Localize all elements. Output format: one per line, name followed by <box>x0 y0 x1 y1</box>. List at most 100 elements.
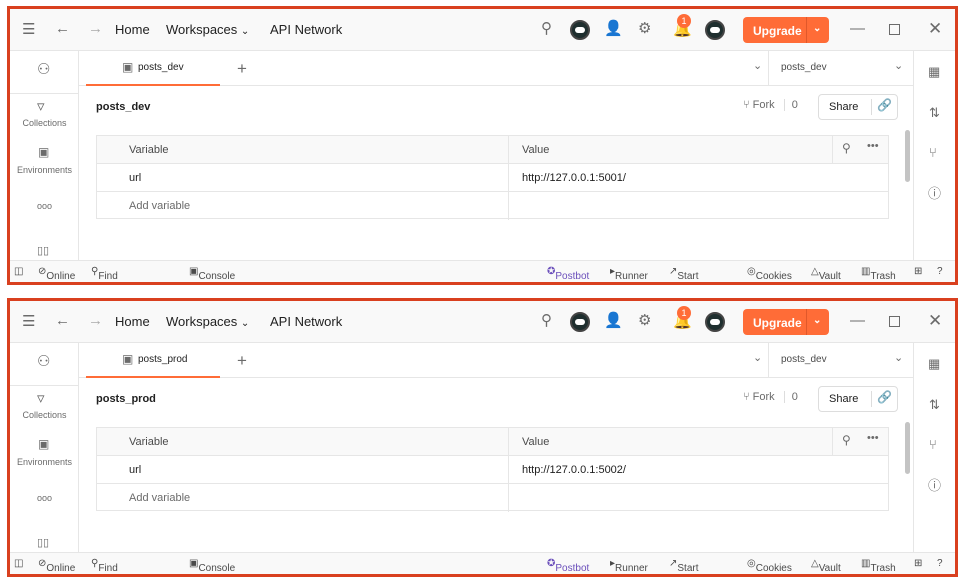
more-icon[interactable]: ooo <box>10 493 79 503</box>
more-icon[interactable]: ooo <box>10 201 79 211</box>
gear-icon[interactable]: ⚙ <box>638 21 651 36</box>
environment-selector[interactable]: posts_dev ⌄ <box>768 51 913 86</box>
link-icon[interactable]: 🔗 <box>877 391 892 403</box>
variable-value[interactable]: http://127.0.0.1:5001/ <box>522 172 626 184</box>
search-icon[interactable]: ⚲ <box>842 142 851 154</box>
info-icon[interactable]: ⓘ <box>928 479 941 492</box>
team-icon[interactable]: ⚇ <box>37 354 50 369</box>
fork-icon[interactable]: ⑂ <box>929 146 937 159</box>
upgrade-button[interactable]: Upgrade ⌄ <box>743 309 829 335</box>
add-variable-input[interactable]: Add variable <box>129 492 190 504</box>
info-icon[interactable]: ⓘ <box>928 187 941 200</box>
api-network-link[interactable]: API Network <box>270 314 342 329</box>
home-link[interactable]: Home <box>115 22 150 37</box>
postbot-button[interactable]: ✪ Postbot <box>547 266 589 282</box>
start-proxy-button[interactable]: ↗ Start Proxy <box>669 266 699 282</box>
find-replace-button[interactable]: ⚲ Find and replace <box>91 266 118 282</box>
toggle-sidebar-icon[interactable]: ◫ <box>14 266 23 277</box>
runner-button[interactable]: ▸ Runner <box>610 558 648 574</box>
new-tab-plus-icon[interactable]: + <box>237 352 247 369</box>
console-button[interactable]: ▣ Console <box>189 266 235 282</box>
search-icon[interactable]: ⚲ <box>541 21 552 36</box>
close-icon[interactable]: ✕ <box>928 20 942 37</box>
vault-button[interactable]: △ Vault <box>811 266 841 282</box>
home-link[interactable]: Home <box>115 314 150 329</box>
fork-button[interactable]: ⑂ Fork 0 <box>743 99 798 111</box>
close-icon[interactable]: ✕ <box>928 312 942 329</box>
menu-icon[interactable]: ☰ <box>22 314 35 329</box>
upgrade-chevron-icon[interactable]: ⌄ <box>813 23 821 34</box>
variable-name[interactable]: url <box>129 464 141 476</box>
tabs-overflow-chevron-icon[interactable]: ⌄ <box>753 353 762 364</box>
variables-icon[interactable]: ▦ <box>928 65 940 78</box>
online-status[interactable]: ⊘ Online <box>38 558 75 574</box>
back-arrow-icon[interactable]: ← <box>55 21 70 36</box>
add-variable-row[interactable]: Add variable <box>97 484 888 512</box>
maximize-icon[interactable] <box>889 316 900 327</box>
console-button[interactable]: ▣ Console <box>189 558 235 574</box>
table-row[interactable]: url http://127.0.0.1:5001/ <box>97 164 888 192</box>
layout-icon[interactable]: ⊞ <box>914 558 922 569</box>
more-options-icon[interactable]: ••• <box>867 141 879 152</box>
forward-arrow-icon[interactable]: → <box>88 313 103 328</box>
tabs-overflow-chevron-icon[interactable]: ⌄ <box>753 61 762 72</box>
sidebar-item-environments[interactable]: ▣ Environments <box>10 141 79 181</box>
forward-arrow-icon[interactable]: → <box>88 21 103 36</box>
minimize-icon[interactable]: — <box>850 21 865 36</box>
user-avatar[interactable] <box>705 312 725 332</box>
runner-button[interactable]: ▸ Runner <box>610 266 648 282</box>
pull-request-icon[interactable]: ⇅ <box>929 106 940 119</box>
start-proxy-button[interactable]: ↗ Start Proxy <box>669 558 699 574</box>
variable-value[interactable]: http://127.0.0.1:5002/ <box>522 464 626 476</box>
tab-environment[interactable]: ▣ posts_dev <box>86 51 220 86</box>
share-button[interactable]: Share 🔗 <box>818 386 898 412</box>
gear-icon[interactable]: ⚙ <box>638 313 651 328</box>
new-tab-plus-icon[interactable]: + <box>237 60 247 77</box>
user-avatar[interactable] <box>705 20 725 40</box>
team-icon[interactable]: ⚇ <box>37 62 50 77</box>
variable-name[interactable]: url <box>129 172 141 184</box>
table-row[interactable]: url http://127.0.0.1:5002/ <box>97 456 888 484</box>
toggle-sidebar-icon[interactable]: ◫ <box>14 558 23 569</box>
upgrade-button[interactable]: Upgrade ⌄ <box>743 17 829 43</box>
trash-button[interactable]: ▥ Trash <box>861 558 896 574</box>
link-icon[interactable]: 🔗 <box>877 99 892 111</box>
sidebar-item-collections[interactable]: ▿ Collections <box>10 93 79 128</box>
workspaces-menu[interactable]: Workspaces ⌄ <box>166 22 249 37</box>
sidebar-item-environments[interactable]: ▣ Environments <box>10 433 79 473</box>
api-network-link[interactable]: API Network <box>270 22 342 37</box>
help-icon[interactable]: ? <box>937 558 943 569</box>
share-button[interactable]: Share 🔗 <box>818 94 898 120</box>
menu-icon[interactable]: ☰ <box>22 22 35 37</box>
cookies-button[interactable]: ◎ Cookies <box>747 558 792 574</box>
scrollbar[interactable] <box>905 130 910 182</box>
upgrade-chevron-icon[interactable]: ⌄ <box>813 315 821 326</box>
fork-button[interactable]: ⑂ Fork 0 <box>743 391 798 403</box>
pull-request-icon[interactable]: ⇅ <box>929 398 940 411</box>
find-replace-button[interactable]: ⚲ Find and replace <box>91 558 118 574</box>
postbot-button[interactable]: ✪ Postbot <box>547 558 589 574</box>
search-icon[interactable]: ⚲ <box>842 434 851 446</box>
invite-user-icon[interactable]: 👤 <box>604 21 623 36</box>
online-status[interactable]: ⊘ Online <box>38 266 75 282</box>
fork-icon[interactable]: ⑂ <box>929 438 937 451</box>
add-variable-input[interactable]: Add variable <box>129 200 190 212</box>
sidebar-item-collections[interactable]: ▿ Collections <box>10 385 79 420</box>
postbot-avatar-icon[interactable] <box>570 20 590 40</box>
cookies-button[interactable]: ◎ Cookies <box>747 266 792 282</box>
invite-user-icon[interactable]: 👤 <box>604 313 623 328</box>
apps-icon[interactable]: ▯▯ <box>37 538 49 549</box>
add-variable-row[interactable]: Add variable <box>97 192 888 220</box>
more-options-icon[interactable]: ••• <box>867 433 879 444</box>
help-icon[interactable]: ? <box>937 266 943 277</box>
minimize-icon[interactable]: — <box>850 313 865 328</box>
back-arrow-icon[interactable]: ← <box>55 313 70 328</box>
apps-icon[interactable]: ▯▯ <box>37 246 49 257</box>
tab-environment[interactable]: ▣ posts_prod <box>86 343 220 378</box>
maximize-icon[interactable] <box>889 24 900 35</box>
vault-button[interactable]: △ Vault <box>811 558 841 574</box>
variables-icon[interactable]: ▦ <box>928 357 940 370</box>
workspaces-menu[interactable]: Workspaces ⌄ <box>166 314 249 329</box>
search-icon[interactable]: ⚲ <box>541 313 552 328</box>
layout-icon[interactable]: ⊞ <box>914 266 922 277</box>
